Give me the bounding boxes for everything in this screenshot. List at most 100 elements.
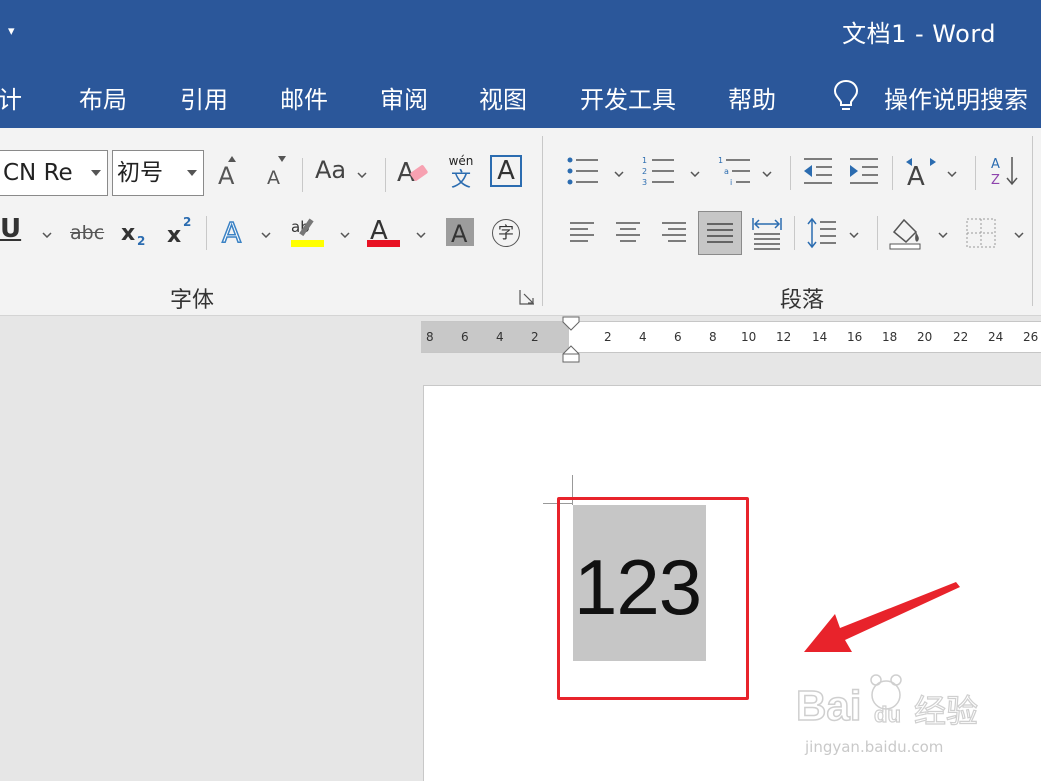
svg-text:Z: Z xyxy=(991,173,1000,188)
svg-text:2: 2 xyxy=(137,234,145,248)
chevron-down-icon[interactable] xyxy=(762,171,772,177)
chevron-down-icon[interactable] xyxy=(416,232,426,238)
ruler-tick: 8 xyxy=(709,330,717,344)
svg-text:1: 1 xyxy=(642,156,647,165)
separator xyxy=(794,216,795,250)
svg-text:x: x xyxy=(121,221,135,246)
tab-references[interactable]: 引用 xyxy=(180,80,228,115)
character-shading-icon[interactable]: A xyxy=(446,218,476,248)
chevron-down-icon[interactable] xyxy=(690,171,700,177)
separator xyxy=(790,156,791,190)
distributed-icon[interactable] xyxy=(752,216,782,250)
separator xyxy=(892,156,893,190)
justify-icon xyxy=(707,223,733,243)
phonetic-guide-top: wén xyxy=(448,154,474,168)
shading-icon[interactable] xyxy=(888,214,924,250)
font-size-value: 初号 xyxy=(117,160,163,186)
font-color-icon[interactable]: A xyxy=(366,212,402,250)
tab-layout[interactable]: 布局 xyxy=(79,80,127,115)
bullets-icon[interactable] xyxy=(566,155,600,187)
highlight-color-swatch xyxy=(291,240,324,247)
separator xyxy=(385,158,386,192)
indent-marker-icon[interactable] xyxy=(562,316,580,364)
svg-text:A: A xyxy=(267,167,280,188)
tell-me-search[interactable]: 操作说明搜索 xyxy=(884,80,1028,115)
underline-button[interactable]: U xyxy=(0,214,21,244)
ruler-tick: 12 xyxy=(776,330,792,344)
separator xyxy=(877,216,878,250)
chevron-down-icon[interactable] xyxy=(357,172,367,178)
font-size-combo[interactable]: 初号 xyxy=(112,150,204,196)
align-right-icon[interactable] xyxy=(660,220,688,246)
svg-text:经验: 经验 xyxy=(914,692,978,730)
horizontal-ruler[interactable]: 8 6 4 2 2 4 6 8 10 12 14 16 18 20 22 24 … xyxy=(421,321,1041,353)
chevron-down-icon[interactable] xyxy=(947,171,957,177)
clear-formatting-icon[interactable]: A xyxy=(396,154,430,188)
separator xyxy=(206,216,207,250)
tab-design[interactable]: 计 xyxy=(0,80,22,115)
enclose-characters-button[interactable]: 字 xyxy=(492,219,520,247)
font-dialog-launcher-icon[interactable] xyxy=(519,289,535,305)
quick-access-dropdown-icon[interactable]: ▾ xyxy=(8,22,22,42)
grow-font-icon[interactable]: A xyxy=(216,154,242,188)
svg-text:A: A xyxy=(451,220,468,248)
highlight-color-icon[interactable]: ab xyxy=(290,212,326,250)
multilevel-list-icon[interactable]: 1 a i xyxy=(718,155,752,187)
ruler-tick: 14 xyxy=(812,330,828,344)
change-case-button[interactable]: Aa xyxy=(315,156,346,184)
tab-review[interactable]: 审阅 xyxy=(380,80,428,115)
text-effects-icon[interactable]: A xyxy=(220,214,248,248)
tab-view[interactable]: 视图 xyxy=(479,80,527,115)
align-center-icon[interactable] xyxy=(614,220,642,246)
lightbulb-icon[interactable] xyxy=(831,78,861,114)
ruler-margin xyxy=(421,322,569,352)
strikethrough-button[interactable]: abc xyxy=(70,222,104,244)
chevron-down-icon[interactable] xyxy=(1014,232,1024,238)
superscript-icon[interactable]: x 2 xyxy=(166,212,196,246)
ruler-tick: 22 xyxy=(953,330,969,344)
decrease-indent-icon[interactable] xyxy=(802,157,834,185)
chevron-down-icon[interactable] xyxy=(849,232,859,238)
ruler-tick: 20 xyxy=(917,330,933,344)
font-name-value: CN Re xyxy=(3,160,73,186)
svg-text:i: i xyxy=(730,178,732,187)
annotation-arrow-icon xyxy=(804,582,960,652)
ruler-tick: 6 xyxy=(461,330,469,344)
phonetic-guide-bottom: 文 xyxy=(451,167,471,191)
line-spacing-icon[interactable] xyxy=(806,216,838,250)
sort-icon[interactable]: A Z xyxy=(990,154,1022,188)
ruler-tick: 6 xyxy=(674,330,682,344)
phonetic-guide-button[interactable]: wén 文 xyxy=(446,154,476,190)
increase-indent-icon[interactable] xyxy=(848,157,880,185)
chevron-down-icon[interactable] xyxy=(938,232,948,238)
chevron-down-icon[interactable] xyxy=(42,232,52,238)
separator xyxy=(975,156,976,190)
ruler-tick: 26 xyxy=(1023,330,1039,344)
svg-text:A: A xyxy=(218,162,235,188)
svg-text:du: du xyxy=(874,702,901,727)
svg-text:2: 2 xyxy=(642,167,647,176)
numbering-icon[interactable]: 1 2 3 xyxy=(642,155,676,187)
separator xyxy=(302,158,303,192)
borders-icon[interactable] xyxy=(966,218,996,248)
align-left-icon[interactable] xyxy=(568,220,596,246)
justify-button[interactable] xyxy=(698,211,742,255)
ruler-tick: 2 xyxy=(604,330,612,344)
chevron-down-icon[interactable] xyxy=(340,232,350,238)
ruler-tick: 16 xyxy=(847,330,863,344)
asian-layout-icon[interactable]: A xyxy=(904,155,938,187)
ruler-tick: 4 xyxy=(496,330,504,344)
character-border-button[interactable]: A xyxy=(490,155,522,187)
chevron-down-icon[interactable] xyxy=(614,171,624,177)
shrink-font-icon[interactable]: A xyxy=(264,154,290,188)
font-name-combo[interactable]: CN Re xyxy=(0,150,108,196)
svg-text:Bai: Bai xyxy=(796,682,861,729)
chevron-down-icon xyxy=(91,170,101,176)
subscript-icon[interactable]: x 2 xyxy=(120,216,150,248)
tab-help[interactable]: 帮助 xyxy=(728,80,776,115)
tab-mailings[interactable]: 邮件 xyxy=(280,80,328,115)
font-group-label: 字体 xyxy=(170,288,215,313)
svg-text:a: a xyxy=(724,167,729,176)
tab-developer[interactable]: 开发工具 xyxy=(580,80,676,115)
chevron-down-icon[interactable] xyxy=(261,232,271,238)
